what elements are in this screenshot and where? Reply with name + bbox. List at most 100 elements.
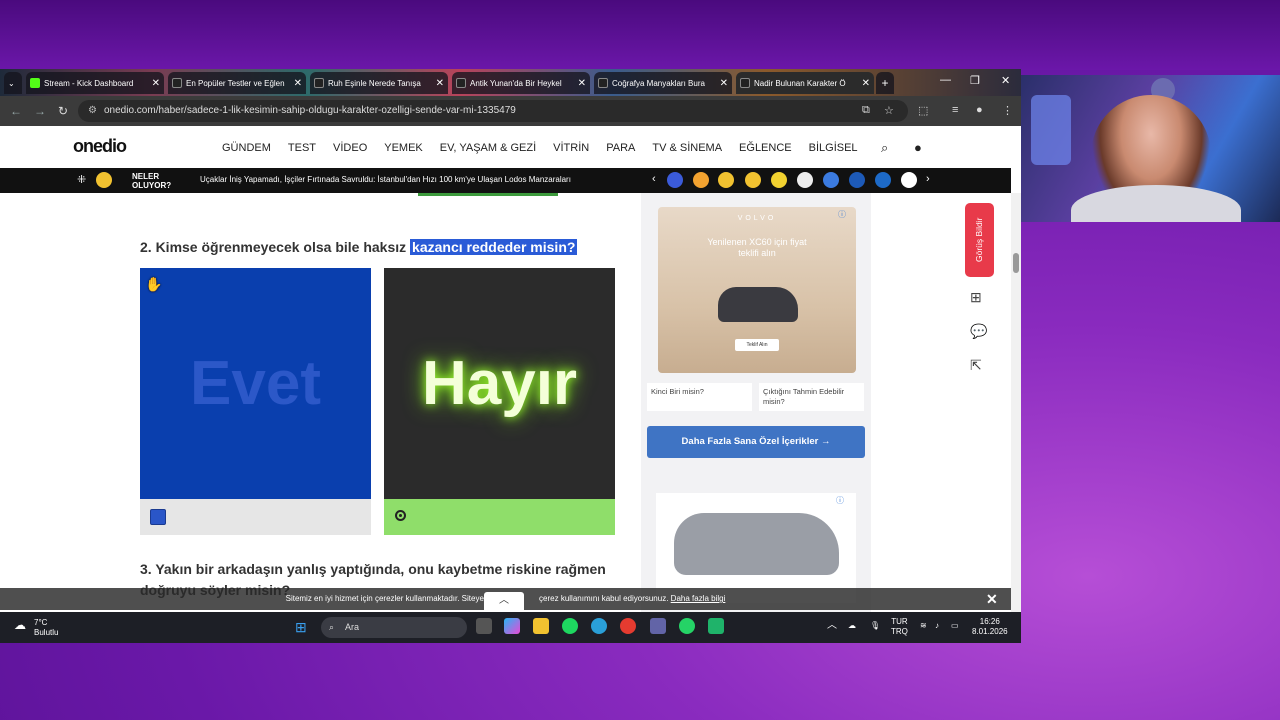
emoji-1-icon[interactable] [667, 172, 683, 188]
nav-tv-sinema[interactable]: TV & SİNEMA [652, 142, 722, 154]
comments-icon[interactable]: 💬 [970, 323, 987, 340]
battery-icon[interactable]: ▭ [951, 621, 959, 631]
tab-cografya[interactable]: Coğrafya Manyakları Bura ✕ [594, 72, 732, 94]
car-ad[interactable]: ⓘ [656, 493, 856, 603]
nav-test[interactable]: TEST [288, 142, 316, 154]
close-icon[interactable]: ✕ [578, 78, 586, 89]
chrome-icon[interactable] [620, 618, 636, 634]
minimize-button[interactable]: — [940, 74, 951, 86]
emoji-9-icon[interactable] [875, 172, 891, 188]
microphone-icon[interactable]: 🎙 [870, 621, 880, 631]
nav-video[interactable]: VİDEO [333, 142, 367, 154]
task-view-icon[interactable] [476, 618, 492, 634]
option-evet[interactable]: Evet ✋ [140, 268, 371, 535]
emoji-3-icon[interactable] [718, 172, 734, 188]
ad-button[interactable]: Teklif Alın [735, 339, 779, 351]
tab-populer[interactable]: En Popüler Testler ve Eğlen ✕ [168, 72, 306, 94]
teams-icon[interactable] [650, 618, 666, 634]
file-explorer-icon[interactable] [533, 618, 549, 634]
media-icon[interactable]: ≡ [952, 104, 958, 116]
volvo-ad[interactable]: VOLVO Yenilenen XC60 için fiyat teklifi … [658, 207, 856, 373]
nav-ev-yasam[interactable]: EV, YAŞAM & GEZİ [440, 142, 536, 154]
ad-info-icon[interactable]: ⓘ [836, 495, 844, 506]
back-icon[interactable]: ← [10, 104, 22, 118]
extensions-icon[interactable]: ⬚ [918, 104, 928, 117]
volume-icon[interactable]: ♪ [935, 621, 939, 631]
site-logo[interactable]: onedio [73, 136, 127, 157]
close-icon[interactable]: ✕ [862, 78, 870, 89]
nav-vitrin[interactable]: VİTRİN [553, 142, 589, 154]
profile-avatar[interactable]: ● [976, 104, 983, 116]
language-indicator[interactable]: TUR TRQ [891, 617, 908, 637]
close-icon[interactable]: ✕ [436, 78, 444, 89]
ad-info-icon[interactable]: ⓘ [838, 209, 846, 220]
emoji-4-icon[interactable] [745, 172, 761, 188]
close-icon[interactable]: ✕ [720, 78, 728, 89]
emoji-2-icon[interactable] [693, 172, 709, 188]
edge-icon[interactable] [591, 618, 607, 634]
chevron-left-icon[interactable]: ‹ [652, 173, 656, 185]
teaser-card-2[interactable]: Çıktığını Tahmin Edebilir misin? [759, 383, 864, 411]
emoji-8-icon[interactable] [849, 172, 865, 188]
scrollbar-thumb[interactable] [1013, 253, 1019, 273]
tab-kick[interactable]: Stream - Kick Dashboard ✕ [26, 72, 164, 94]
site-info-icon[interactable]: ⚙ [88, 100, 97, 122]
chevron-right-icon[interactable]: › [926, 173, 930, 185]
emoji-5-icon[interactable] [771, 172, 787, 188]
copilot-icon[interactable] [504, 618, 520, 634]
chevron-up-icon[interactable]: ︿ [827, 621, 837, 631]
option-evet-image[interactable]: Evet [140, 268, 371, 499]
nav-bilgisel[interactable]: BİLGİSEL [809, 142, 858, 154]
more-content-button[interactable]: Daha Fazla Sana Özel İçerikler → [647, 426, 865, 458]
bookmark-icon[interactable]: ⊞ [970, 289, 982, 306]
tab-list-button[interactable]: ⌄ [4, 72, 22, 94]
smile-icon[interactable] [96, 172, 112, 188]
tab-nadir-karakter[interactable]: Nadir Bulunan Karakter Ö ✕ [736, 72, 874, 94]
wifi-icon[interactable]: ≋ [920, 621, 927, 631]
menu-icon[interactable]: ⋮ [1002, 104, 1013, 117]
whatsapp-icon[interactable] [679, 618, 695, 634]
close-icon[interactable]: ✕ [294, 78, 302, 89]
cookie-more-info-link[interactable]: Daha fazla bilgi [671, 594, 726, 603]
nav-para[interactable]: PARA [606, 142, 635, 154]
emoji-7-icon[interactable] [823, 172, 839, 188]
nav-yemek[interactable]: YEMEK [384, 142, 423, 154]
network-icon[interactable]: ☁ [848, 621, 856, 631]
spotify-icon[interactable] [562, 618, 578, 634]
maximize-button[interactable]: ❐ [970, 74, 980, 87]
teaser-card-1[interactable]: Kinci Biri misin? [647, 383, 752, 411]
option-evet-footer[interactable] [140, 499, 371, 535]
nav-gundem[interactable]: GÜNDEM [222, 142, 271, 154]
cookie-close-button[interactable]: ✕ [986, 588, 998, 610]
windows-start-icon[interactable]: ⊞ [295, 619, 307, 636]
search-icon[interactable]: ⌕ [881, 140, 888, 156]
tab-ruh-esi[interactable]: Ruh Eşinle Nerede Tanışa ✕ [310, 72, 448, 94]
grid-icon[interactable]: ⁜ [77, 173, 86, 186]
option-hayir-image[interactable]: Hayır [384, 268, 615, 499]
share-icon[interactable]: ⇱ [970, 357, 982, 374]
install-icon[interactable]: ⧉ [862, 104, 870, 117]
close-icon[interactable]: ✕ [152, 78, 160, 89]
nav-eglence[interactable]: EĞLENCE [739, 142, 792, 154]
url-field[interactable]: ⚙ onedio.com/haber/sadece-1-lik-kesimin-… [78, 100, 908, 122]
clock[interactable]: 16:26 8.01.2026 [972, 617, 1008, 637]
emoji-10-icon[interactable] [901, 172, 917, 188]
emoji-6-icon[interactable] [797, 172, 813, 188]
option-hayir[interactable]: Hayır [384, 268, 615, 535]
feedback-button[interactable]: Görüş Bildir [965, 203, 994, 277]
option-hayir-radio-selected[interactable] [395, 510, 406, 521]
obs-icon[interactable] [708, 618, 724, 634]
option-hayir-footer[interactable] [384, 499, 615, 535]
reload-icon[interactable]: ↻ [58, 104, 68, 118]
forward-icon[interactable]: → [34, 104, 46, 118]
scrollbar[interactable] [1011, 193, 1021, 615]
new-tab-button[interactable]: + [876, 72, 894, 94]
weather-widget[interactable]: ☁ 7°C Bulutlu [14, 618, 58, 638]
close-window-button[interactable]: ✕ [1001, 74, 1010, 87]
ticker-headline[interactable]: Uçaklar İniş Yapamadı, İşçiler Fırtınada… [200, 175, 571, 184]
option-evet-checkbox[interactable] [150, 509, 166, 525]
tab-antik-yunan[interactable]: Antik Yunan'da Bir Heykel ✕ [452, 72, 590, 94]
bookmark-star-icon[interactable]: ☆ [884, 104, 894, 117]
taskbar-search[interactable]: ⌕ Ara [321, 617, 467, 638]
user-icon[interactable]: ● [914, 140, 922, 155]
